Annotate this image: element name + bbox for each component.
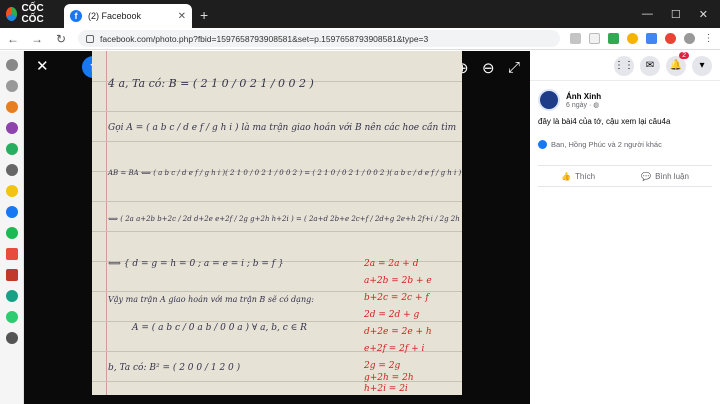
post-time-text[interactable]: 6 ngày bbox=[566, 102, 587, 109]
notebook-line bbox=[92, 111, 462, 112]
profile-icon[interactable] bbox=[684, 33, 695, 44]
comment-icon: 💬 bbox=[641, 171, 652, 181]
window-controls: — ☐ ✕ bbox=[642, 0, 720, 28]
extension-icon[interactable] bbox=[646, 33, 657, 44]
extension-red-icon[interactable] bbox=[665, 33, 676, 44]
tab-facebook[interactable]: f (2) Facebook ✕ bbox=[64, 4, 192, 28]
photo-viewer: ✕ f ⊕ ⊖ ⤢ 4 a, Ta có: B = ( 2 1 0 / 0 2 … bbox=[24, 51, 530, 404]
handwriting-line-4: ⟺ ( 2a a+2b b+2c / 2d d+2e e+2f / 2g g+2… bbox=[108, 215, 462, 223]
red-equation: 2g = 2g bbox=[364, 361, 401, 371]
shop-icon[interactable] bbox=[5, 248, 18, 260]
window-close-button[interactable]: ✕ bbox=[699, 8, 708, 21]
handwriting-line-5: ⟺ { d = g = h = 0 ; a = e = i ; b = f } bbox=[108, 259, 284, 269]
lock-icon bbox=[86, 34, 94, 43]
cloud-icon[interactable] bbox=[5, 185, 18, 197]
news-icon[interactable] bbox=[5, 290, 18, 302]
viewer-close-icon[interactable]: ✕ bbox=[36, 57, 49, 75]
download-icon[interactable] bbox=[608, 33, 619, 44]
settings-icon[interactable] bbox=[5, 59, 18, 71]
browser-toolbar: ← → ↻ facebook.com/photo.php?fbid=159765… bbox=[0, 28, 720, 50]
maximize-button[interactable]: ☐ bbox=[671, 8, 681, 21]
facebook-header-actions: ⋮⋮ ✉ 🔔 2 ▾ bbox=[530, 51, 720, 81]
notifications-bell-icon[interactable]: 🔔 2 bbox=[666, 51, 689, 76]
notebook-margin bbox=[106, 51, 107, 395]
back-arrow-icon[interactable]: ← bbox=[6, 32, 20, 46]
red-equation: 2a = 2a + d bbox=[364, 259, 419, 269]
thumbs-up-icon: 👍 bbox=[561, 171, 572, 181]
handwriting-line-6: Vậy ma trận A giao hoán với ma trận B sẽ… bbox=[108, 295, 314, 304]
avatar[interactable] bbox=[538, 89, 560, 111]
post-actions: 👍 Thích 💬 Bình luận bbox=[538, 165, 712, 187]
new-tab-button[interactable]: + bbox=[192, 7, 216, 28]
comment-label: Bình luận bbox=[655, 171, 689, 181]
tab-close-icon[interactable]: ✕ bbox=[178, 11, 186, 22]
red-equation: g+2h = 2h bbox=[364, 373, 414, 383]
handwriting-line-2: Gọi A = ( a b c / d e f / g h i ) là ma … bbox=[108, 123, 457, 133]
game-icon[interactable] bbox=[5, 143, 18, 155]
notebook-line bbox=[92, 321, 462, 322]
post-time: 6 ngày · ◍ bbox=[566, 101, 600, 109]
coccoc-brand[interactable]: CỐC CỐC bbox=[0, 0, 60, 28]
minimize-button[interactable]: — bbox=[642, 8, 653, 20]
post-side-panel: ⋮⋮ ✉ 🔔 2 ▾ Ánh Xinh 6 ngày · ◍ đây là bài… bbox=[530, 51, 720, 404]
handwriting-line-3: AB = BA ⟺ ( a b c / d e f / g h i )( 2 1… bbox=[108, 169, 462, 177]
messenger-icon[interactable] bbox=[5, 122, 18, 134]
extension-emoji-icon[interactable] bbox=[627, 33, 638, 44]
fullscreen-icon[interactable]: ⤢ bbox=[508, 59, 520, 76]
url-text: facebook.com/photo.php?fbid=159765879390… bbox=[100, 33, 429, 44]
handwriting-line-7: A = ( a b c / 0 a b / 0 0 a ) ∀ a, b, c … bbox=[132, 323, 307, 333]
menu-dots-icon[interactable]: ⋮ bbox=[703, 33, 714, 44]
like-reaction-icon bbox=[538, 140, 547, 149]
crown-icon[interactable] bbox=[5, 101, 18, 113]
globe-icon: ◍ bbox=[593, 101, 600, 109]
address-bar[interactable]: facebook.com/photo.php?fbid=159765879390… bbox=[78, 30, 560, 47]
facebook-favicon-icon: f bbox=[70, 10, 82, 22]
red-equation: a+2b = 2b + e bbox=[364, 276, 432, 286]
red-equation: d+2e = 2e + h bbox=[364, 327, 432, 337]
like-label: Thích bbox=[575, 171, 596, 181]
extensions-area: ⋮ bbox=[570, 33, 714, 44]
reload-icon[interactable]: ↻ bbox=[54, 32, 68, 46]
notebook-photo: 4 a, Ta có: B = ( 2 1 0 / 0 2 1 / 0 0 2 … bbox=[92, 51, 462, 395]
apps-icon[interactable] bbox=[5, 311, 18, 323]
add-icon[interactable] bbox=[5, 164, 18, 176]
author-name[interactable]: Ánh Xinh bbox=[566, 92, 601, 101]
red-equation: b+2c = 2c + f bbox=[364, 293, 429, 303]
red-equation: 2d = 2d + g bbox=[364, 310, 420, 320]
facebook-sidebar-icon[interactable] bbox=[5, 206, 18, 218]
post-text: đây là bài4 của tớ, cậu xem lại câu4a bbox=[538, 117, 671, 126]
comment-button[interactable]: 💬 Bình luận bbox=[641, 172, 689, 181]
notebook-line bbox=[92, 231, 462, 232]
vtv-icon[interactable] bbox=[5, 269, 18, 281]
menu-grid-icon[interactable]: ⋮⋮ bbox=[614, 55, 634, 76]
browser-sidebar bbox=[0, 51, 24, 404]
cast-icon[interactable] bbox=[570, 33, 581, 44]
red-equation: h+2i = 2i bbox=[364, 384, 408, 394]
red-equation: e+2f = 2f + i bbox=[364, 344, 425, 354]
handwriting-line-1: 4 a, Ta có: B = ( 2 1 0 / 0 2 1 / 0 0 2 … bbox=[108, 77, 314, 90]
coccoc-logo-icon bbox=[6, 7, 18, 21]
history-icon[interactable] bbox=[5, 80, 18, 92]
account-dropdown-icon[interactable]: ▾ bbox=[692, 55, 712, 76]
brand-label: CỐC CỐC bbox=[21, 3, 44, 25]
reactions-summary[interactable]: Ban, Hồng Phúc và 2 người khác bbox=[538, 140, 712, 149]
post-author: Ánh Xinh 6 ngày · ◍ bbox=[538, 89, 712, 111]
notebook-line bbox=[92, 291, 462, 292]
notification-bell-icon[interactable] bbox=[5, 332, 18, 344]
post: Ánh Xinh 6 ngày · ◍ đây là bài4 của tớ, … bbox=[530, 81, 720, 157]
handwriting-line-8: b, Ta có: B² = ( 2 0 0 / 1 2 0 ) bbox=[108, 363, 241, 373]
browser-tab-bar: CỐC CỐC f (2) Facebook ✕ + — ☐ ✕ bbox=[0, 0, 720, 28]
notification-badge: 2 bbox=[679, 51, 689, 59]
notebook-line bbox=[92, 141, 462, 142]
messenger-button-icon[interactable]: ✉ bbox=[640, 55, 660, 76]
zoom-out-icon[interactable]: ⊖ bbox=[482, 59, 495, 77]
bookmark-star-icon[interactable] bbox=[589, 33, 600, 44]
reactions-text: Ban, Hồng Phúc và 2 người khác bbox=[551, 140, 662, 149]
notebook-line bbox=[92, 201, 462, 202]
like-button[interactable]: 👍 Thích bbox=[561, 172, 595, 181]
tab-title: (2) Facebook bbox=[88, 11, 142, 21]
forward-arrow-icon[interactable]: → bbox=[30, 32, 44, 46]
spotify-icon[interactable] bbox=[5, 227, 18, 239]
